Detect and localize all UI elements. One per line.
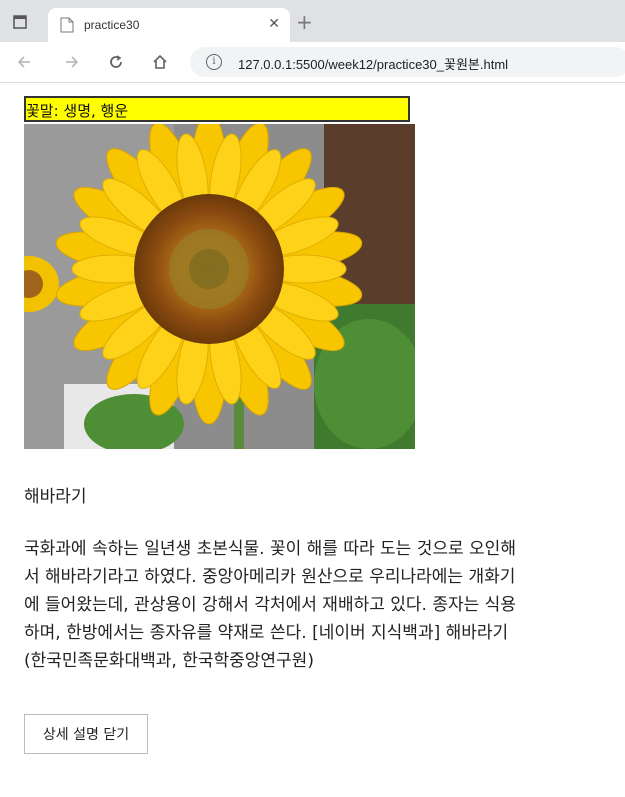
site-info-icon[interactable]: i (206, 54, 222, 70)
flower-name-heading: 해바라기 (24, 487, 87, 507)
browser-toolbar: i 127.0.0.1:5500/week12/practice30_꽃원본.h… (0, 42, 625, 83)
new-tab-icon[interactable]: + (296, 12, 313, 32)
tab-bar: practice30 ✕ + (0, 0, 625, 42)
sunflower-photo (24, 124, 415, 449)
close-tab-icon[interactable]: ✕ (268, 16, 280, 32)
url-text: 127.0.0.1:5500/week12/practice30_꽃원본.htm… (238, 57, 509, 72)
browser-tab[interactable]: practice30 ✕ (48, 8, 290, 42)
window-menu-icon[interactable] (10, 12, 30, 32)
back-arrow-icon[interactable] (12, 50, 36, 74)
flower-figure: 꽃말: 생명, 행운 (24, 96, 415, 449)
home-icon[interactable] (148, 50, 172, 74)
flower-description: 국화과에 속하는 일년생 초본식물. 꽃이 해를 따라 도는 것으로 오인해서 … (24, 539, 516, 671)
forward-arrow-icon[interactable] (60, 50, 84, 74)
tab-title: practice30 (84, 18, 140, 32)
flower-meaning-caption: 꽃말: 생명, 행운 (24, 96, 410, 122)
address-bar[interactable]: i 127.0.0.1:5500/week12/practice30_꽃원본.h… (190, 47, 625, 77)
close-detail-button[interactable]: 상세 설명 닫기 (24, 714, 148, 754)
page-favicon-icon (60, 17, 74, 33)
reload-icon[interactable] (104, 50, 128, 74)
